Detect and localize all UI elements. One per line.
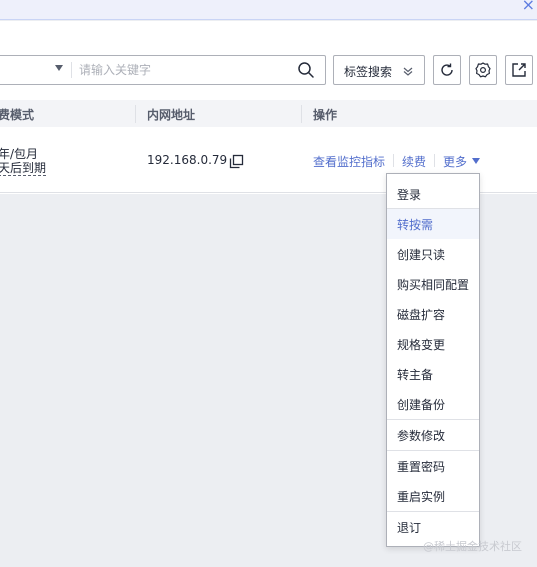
menu-item-change-specs[interactable]: 规格变更 xyxy=(387,329,479,359)
menu-item-switch-to-primary-standby[interactable]: 转主备 xyxy=(387,359,479,389)
link-divider xyxy=(434,154,435,167)
menu-item-scale-disk[interactable]: 磁盘扩容 xyxy=(387,299,479,329)
column-divider xyxy=(301,105,302,123)
search-input[interactable] xyxy=(79,59,279,81)
link-divider xyxy=(393,154,394,167)
menu-item-reset-password[interactable]: 重置密码 xyxy=(387,451,479,481)
close-icon[interactable]: × xyxy=(522,0,535,13)
caret-down-icon[interactable] xyxy=(472,158,480,164)
menu-item-buy-same-config[interactable]: 购买相同配置 xyxy=(387,269,479,299)
copy-icon[interactable] xyxy=(229,154,244,169)
expiry-info[interactable]: 天后到期 xyxy=(0,161,47,176)
export-button[interactable] xyxy=(505,55,533,85)
menu-item-create-backup[interactable]: 创建备份 xyxy=(387,389,479,419)
refresh-icon xyxy=(441,63,453,76)
column-header-private-ip: 内网地址 xyxy=(147,108,196,122)
settings-icon xyxy=(475,62,491,78)
column-divider xyxy=(135,105,136,123)
search-divider xyxy=(71,62,72,78)
menu-item-create-read-replica[interactable]: 创建只读 xyxy=(387,239,479,269)
more-actions-link[interactable]: 更多 xyxy=(443,153,467,170)
chevron-down-icon xyxy=(403,67,413,76)
watermark: @稀土掘金技术社区 xyxy=(423,540,522,553)
tag-search-label: 标签搜索 xyxy=(344,65,393,79)
more-actions-menu: 登录 转按需 创建只读 购买相同配置 磁盘扩容 规格变更 转主备 创建备份 参数… xyxy=(386,173,480,547)
menu-item-modify-parameters[interactable]: 参数修改 xyxy=(387,420,479,450)
menu-item-restart-instance[interactable]: 重启实例 xyxy=(387,481,479,511)
billing-mode: 年/包月 xyxy=(0,147,39,161)
column-header-actions: 操作 xyxy=(313,108,338,122)
settings-button[interactable] xyxy=(469,55,497,85)
search-bar[interactable] xyxy=(0,55,326,85)
top-banner: × xyxy=(0,0,537,20)
export-icon xyxy=(512,63,526,77)
table-header: 费模式 内网地址 操作 xyxy=(0,100,537,127)
private-ip: 192.168.0.79 xyxy=(147,153,228,167)
filter-dropdown-caret-icon[interactable] xyxy=(55,65,63,71)
view-monitoring-link[interactable]: 查看监控指标 xyxy=(313,153,385,170)
column-header-billing: 费模式 xyxy=(0,108,35,122)
search-icon[interactable] xyxy=(297,61,315,79)
instance-panel: 标签搜索 费模式 内网地址 操作 年/包月 天后到期 1 xyxy=(0,21,537,194)
menu-item-login[interactable]: 登录 xyxy=(387,179,479,209)
refresh-button[interactable] xyxy=(433,55,461,85)
menu-item-switch-to-pay-per-use[interactable]: 转按需 xyxy=(387,209,479,239)
tag-search-button[interactable]: 标签搜索 xyxy=(333,55,425,85)
renew-link[interactable]: 续费 xyxy=(402,153,426,170)
